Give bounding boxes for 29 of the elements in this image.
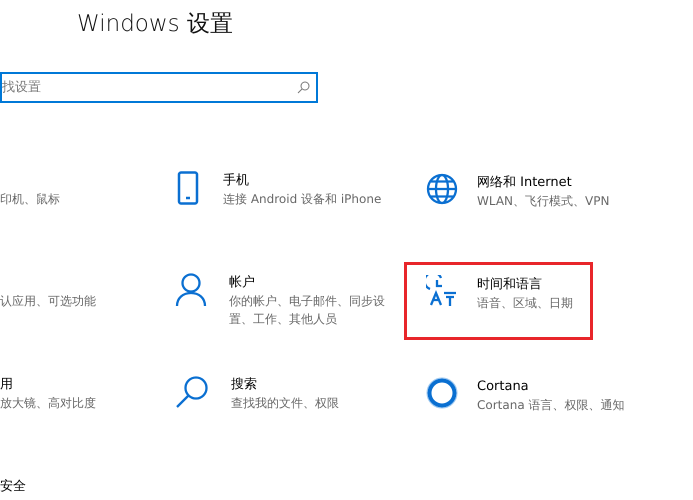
- window-title: Windows 设置: [77, 10, 234, 39]
- tile-description: 你的帐户、电子邮件、同步设置、工作、其他人员: [229, 293, 386, 328]
- phone-icon: [175, 171, 201, 205]
- settings-tile[interactable]: 认应用、可选功能: [0, 273, 172, 310]
- tile-title: 搜索: [231, 376, 258, 394]
- tile-description: 认应用、可选功能: [0, 293, 96, 310]
- tile-description: Cortana 语言、权限、通知: [477, 397, 624, 414]
- tile-title: 安全: [0, 478, 26, 496]
- search-field[interactable]: 找设置: [0, 72, 318, 103]
- tile-description: 印机、鼠标: [0, 191, 60, 208]
- tile-title: 时间和语言: [477, 276, 543, 294]
- tile-description: 放大镜、高对比度: [0, 395, 96, 412]
- tile-title: 用: [0, 376, 14, 394]
- search-icon: [297, 81, 310, 94]
- tile-description: WLAN、飞行模式、VPN: [477, 193, 610, 210]
- tile-description: 语音、区域、日期: [477, 295, 573, 312]
- search-icon: [175, 375, 209, 409]
- person-icon: [175, 273, 207, 307]
- globe-icon: [426, 173, 458, 205]
- tile-description: 查找我的文件、权限: [231, 395, 339, 412]
- tile-title: 网络和 Internet: [477, 174, 573, 192]
- tile-title: 手机: [223, 172, 250, 190]
- settings-tile[interactable]: 安全: [0, 477, 172, 496]
- ring-icon: [426, 377, 458, 409]
- tile-title: 帐户: [229, 274, 256, 292]
- tile-description: 连接 Android 设备和 iPhone: [223, 191, 382, 208]
- settings-tile[interactable]: 用 放大镜、高对比度: [0, 375, 172, 412]
- tile-title: Cortana: [477, 378, 530, 396]
- settings-tile[interactable]: 印机、鼠标: [0, 171, 172, 208]
